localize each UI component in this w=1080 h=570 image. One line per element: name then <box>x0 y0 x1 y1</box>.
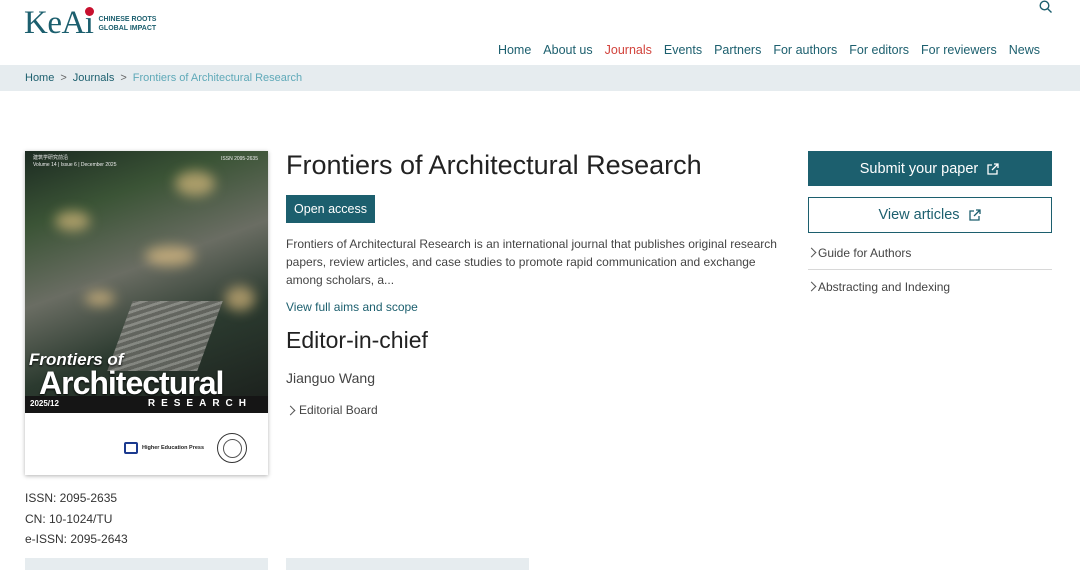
keai-logo[interactable]: KeAi CHINESE ROOTS GLOBAL IMPACT <box>24 5 156 42</box>
editor-in-chief-heading: Editor-in-chief <box>286 327 428 353</box>
nav-journals[interactable]: Journals <box>605 43 652 57</box>
cover-issn: ISSN 2095-2635 <box>221 156 258 162</box>
editor-in-chief-name: Jianguo Wang <box>286 370 375 386</box>
nav-home[interactable]: Home <box>498 43 531 57</box>
nav-for-reviewers[interactable]: For reviewers <box>921 43 997 57</box>
guide-label: Guide for Authors <box>818 245 912 260</box>
search-icon[interactable] <box>1039 0 1053 19</box>
cn-number: CN: 10-1024/TU <box>25 511 113 526</box>
editorial-board-label: Editorial Board <box>299 403 378 417</box>
editorial-board-link[interactable]: Editorial Board <box>285 403 378 417</box>
submit-paper-button[interactable]: Submit your paper <box>808 151 1052 186</box>
publisher-logo-icon <box>124 442 138 454</box>
guide-for-authors-link[interactable]: Guide for Authors <box>806 236 1052 270</box>
nav-news[interactable]: News <box>1009 43 1040 57</box>
site-header: KeAi CHINESE ROOTS GLOBAL IMPACT Home Ab… <box>0 0 1080 65</box>
journal-identifiers: ISSN: 2095-2635 CN: 10-1024/TU e-ISSN: 2… <box>25 488 128 550</box>
cover-photo: 建筑学研究前沿 Volume 14 | Issue 6 | December 2… <box>25 151 268 413</box>
breadcrumb-bar: Home > Journals > Frontiers of Architect… <box>0 65 1080 91</box>
cover-seal-icon <box>217 433 247 463</box>
nav-events[interactable]: Events <box>664 43 702 57</box>
view-label: View articles <box>878 207 960 223</box>
main-nav: Home About us Journals Events Partners F… <box>498 43 1040 57</box>
breadcrumb-separator: > <box>120 72 127 84</box>
cover-publisher: Higher Education Press <box>124 442 204 454</box>
external-link-icon <box>968 209 981 221</box>
breadcrumb-home[interactable]: Home <box>25 72 54 84</box>
breadcrumb: Home > Journals > Frontiers of Architect… <box>25 72 302 84</box>
submit-label: Submit your paper <box>859 160 979 177</box>
nav-partners[interactable]: Partners <box>714 43 761 57</box>
cover-band: 2025/12 RESEARCH <box>25 396 268 413</box>
bottom-panel-middle <box>286 558 529 570</box>
e-issn: e-ISSN: 2095-2643 <box>25 532 128 546</box>
cover-issue: 2025/12 <box>30 399 59 408</box>
external-link-icon <box>987 162 999 175</box>
logo-wordmark: KeAi <box>24 5 95 41</box>
journal-description: Frontiers of Architectural Research is a… <box>286 237 777 287</box>
journal-title: Frontiers of Architectural Research <box>286 150 702 180</box>
open-access-badge: Open access <box>286 195 375 223</box>
breadcrumb-current: Frontiers of Architectural Research <box>132 72 303 84</box>
bottom-panel-left <box>25 558 268 570</box>
side-links: Guide for Authors Abstracting and Indexi… <box>806 236 1052 303</box>
breadcrumb-journals[interactable]: Journals <box>73 72 115 84</box>
nav-for-authors[interactable]: For authors <box>773 43 837 57</box>
chevron-right-icon <box>806 247 817 258</box>
chevron-right-icon <box>285 405 296 415</box>
cover-title-line-2: Architectural <box>39 365 224 401</box>
chevron-right-icon <box>806 281 817 292</box>
issn: ISSN: 2095-2635 <box>25 491 118 505</box>
aims-scope-link[interactable]: View full aims and scope <box>286 300 418 314</box>
cover-volume-line: 建筑学研究前沿 Volume 14 | Issue 6 | December 2… <box>33 155 117 168</box>
breadcrumb-separator: > <box>60 72 67 84</box>
cover-research: RESEARCH <box>147 398 252 409</box>
journal-cover-image: 建筑学研究前沿 Volume 14 | Issue 6 | December 2… <box>25 151 268 475</box>
view-articles-button[interactable]: View articles <box>808 197 1052 233</box>
nav-about-us[interactable]: About us <box>543 43 592 57</box>
abstracting-indexing-link[interactable]: Abstracting and Indexing <box>806 270 1052 303</box>
logo-tagline: CHINESE ROOTS GLOBAL IMPACT <box>98 15 157 32</box>
nav-for-editors[interactable]: For editors <box>849 43 909 57</box>
abstracting-label: Abstracting and Indexing <box>818 279 951 294</box>
